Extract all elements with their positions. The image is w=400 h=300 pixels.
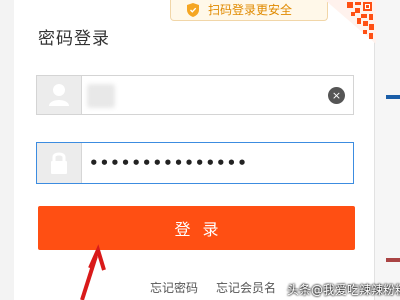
background-accent [386, 258, 400, 262]
qr-code-switch-icon[interactable] [325, 0, 376, 44]
clear-username-button[interactable]: × [328, 87, 345, 104]
red-arrow-annotation [80, 244, 106, 300]
obscured-username [87, 84, 115, 108]
background-page-edge [374, 0, 400, 300]
forgot-password-link[interactable]: 忘记密码 [150, 279, 198, 296]
shield-icon [187, 3, 199, 17]
qr-login-hint[interactable]: 扫码登录更安全 [170, 0, 328, 21]
username-icon-box [37, 76, 82, 114]
password-icon-box [37, 143, 82, 183]
password-input[interactable]: ••••••••••••••• [36, 142, 354, 184]
username-input[interactable]: × [36, 75, 354, 115]
user-icon [49, 84, 69, 106]
qr-hint-text: 扫码登录更安全 [208, 3, 293, 17]
password-value: ••••••••••••••• [89, 154, 248, 172]
login-title: 密码登录 [38, 29, 110, 49]
lock-icon [51, 152, 67, 174]
watermark: 头条@我爱吃辣辣粉粉 [287, 283, 400, 297]
forgot-username-link[interactable]: 忘记会员名 [216, 279, 276, 296]
divider [374, 0, 375, 300]
background-accent [386, 95, 400, 99]
